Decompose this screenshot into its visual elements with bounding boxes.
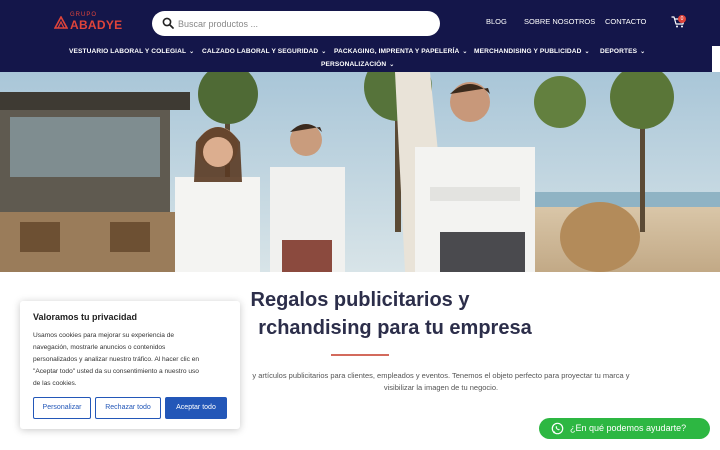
whatsapp-chat-button[interactable]: ¿En qué podemos ayudarte? [539,418,710,439]
nav-item-vestuario[interactable]: VESTUARIO LABORAL Y COLEGIAL ⌄ [69,48,194,55]
hero-photo [0,72,720,272]
cookie-consent-panel: Valoramos tu privacidad Usamos cookies p… [20,301,240,429]
cookie-text-line: navegación, mostrarle anuncios o conteni… [33,344,166,351]
chevron-down-icon: ⌄ [321,49,327,55]
chevron-down-icon: ⌄ [189,49,195,55]
cart-count-badge: 0 [678,15,686,23]
cookie-text-line: "Aceptar todo" usted da su consentimient… [33,368,199,375]
site-header: GRUPO ABADYE BLOG SOBRE NOSOTROS CONTACT… [0,0,720,72]
nav-item-personalizacion[interactable]: PERSONALIZACIÓN ⌄ [321,61,394,68]
top-link-blog[interactable]: BLOG [486,17,507,26]
whatsapp-label: ¿En qué podemos ayudarte? [570,423,687,433]
cookie-description: Usamos cookies para mejorar su experienc… [33,330,229,390]
nav-label: PACKAGING, IMPRENTA Y PAPELERÍA [334,48,460,55]
nav-item-merchandising[interactable]: MERCHANDISING Y PUBLICIDAD ⌄ [474,48,590,55]
nav-item-calzado[interactable]: CALZADO LABORAL Y SEGURIDAD ⌄ [202,48,326,55]
page-title-line-2: rchandising para tu empresa [258,317,532,339]
intro-paragraph: y artículos publicitarios para clientes,… [236,370,646,394]
intro-line-1: y artículos publicitarios para clientes,… [252,371,630,380]
chevron-down-icon: ⌄ [584,49,590,55]
whatsapp-icon [551,422,564,435]
logo-mark-icon [54,16,68,29]
top-link-about[interactable]: SOBRE NOSOTROS [524,17,595,26]
cookie-title: Valoramos tu privacidad [33,312,138,322]
page: GRUPO ABADYE BLOG SOBRE NOSOTROS CONTACT… [0,0,720,450]
nav-item-packaging[interactable]: PACKAGING, IMPRENTA Y PAPELERÍA ⌄ [334,48,467,55]
intro-line-2: visibilizar la imagen de tu negocio. [383,383,499,392]
cookie-customize-button[interactable]: Personalizar [33,397,91,419]
search-bar [152,11,440,36]
nav-label: PERSONALIZACIÓN [321,61,387,68]
title-divider [331,354,389,356]
search-input[interactable] [178,15,428,32]
cookie-accept-button[interactable]: Aceptar todo [165,397,227,419]
nav-label: DEPORTES [600,48,638,55]
nav-item-deportes[interactable]: DEPORTES ⌄ [600,48,645,55]
search-icon[interactable] [162,17,174,29]
nav-label: MERCHANDISING Y PUBLICIDAD [474,48,582,55]
nav-label: VESTUARIO LABORAL Y COLEGIAL [69,48,187,55]
brand-logo[interactable]: GRUPO ABADYE [54,12,122,34]
cookie-text-line: personalizados y analizar nuestro tráfic… [33,356,200,363]
logo-name-text: ABADYE [70,18,123,32]
top-link-contact[interactable]: CONTACTO [605,17,646,26]
chevron-down-icon: ⌄ [389,62,395,68]
side-tab[interactable] [712,46,720,72]
cookie-text-line: de las cookies. [33,380,77,387]
chevron-down-icon: ⌄ [640,49,646,55]
hero-image [0,72,720,272]
chevron-down-icon: ⌄ [462,49,468,55]
cookie-reject-button[interactable]: Rechazar todo [95,397,161,419]
nav-label: CALZADO LABORAL Y SEGURIDAD [202,48,319,55]
cookie-text-line: Usamos cookies para mejorar su experienc… [33,332,175,339]
